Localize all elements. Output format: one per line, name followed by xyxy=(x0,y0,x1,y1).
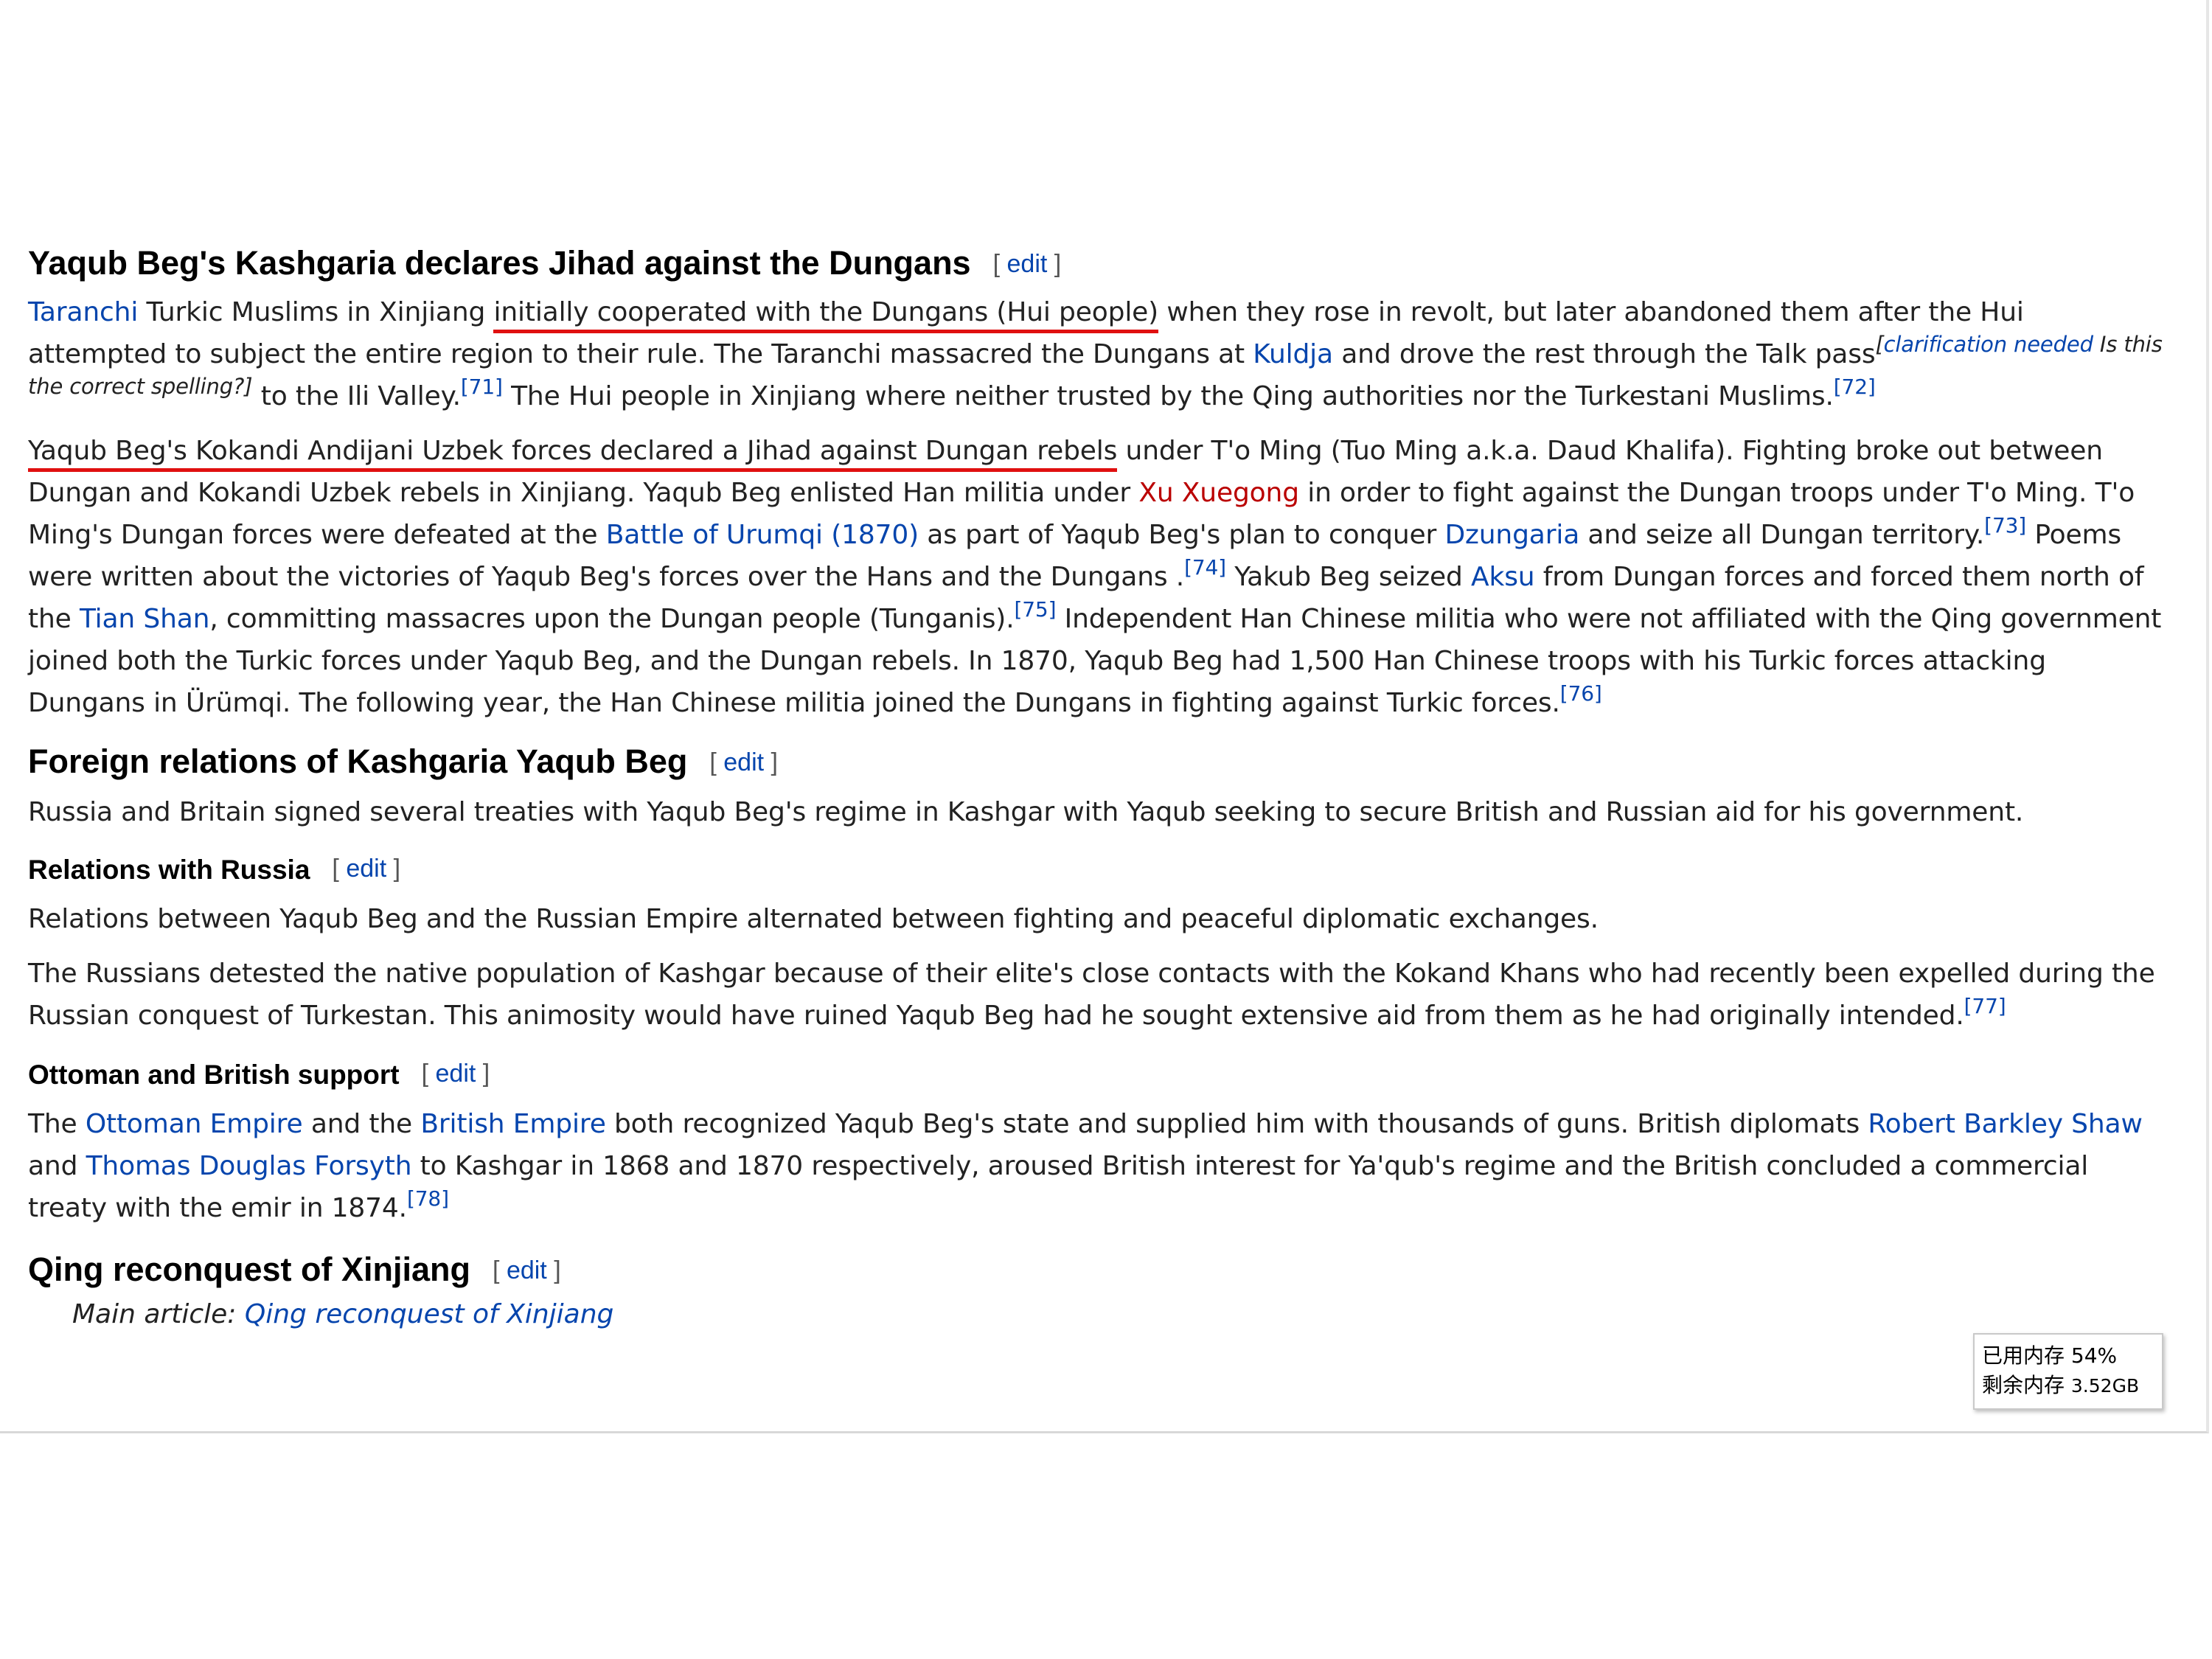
link-dzungaria[interactable]: Dzungaria xyxy=(1444,520,1579,550)
edit-link[interactable]: edit xyxy=(346,855,386,883)
section-title: Foreign relations of Kashgaria Yaqub Beg xyxy=(28,742,688,780)
reference-77[interactable]: [77] xyxy=(1964,994,2006,1018)
link-thomas-douglas-forsyth[interactable]: Thomas Douglas Forsyth xyxy=(86,1151,412,1181)
text: Yakub Beg seized xyxy=(1225,562,1472,592)
text: The Hui people in Xinjiang where neither… xyxy=(502,381,1834,411)
link-main-article[interactable]: Qing reconquest of Xinjiang xyxy=(245,1299,614,1329)
edit-link[interactable]: edit xyxy=(436,1060,476,1088)
red-underline-annotation: Yaqub Beg's Kokandi Andijani Uzbek force… xyxy=(28,436,1117,472)
text: The xyxy=(28,1109,86,1139)
edit-section: [ edit ] xyxy=(332,855,401,883)
edit-section: [ edit ] xyxy=(709,748,778,776)
reference-75[interactable]: [75] xyxy=(1014,597,1056,622)
memory-free-value: 3.52GB xyxy=(2070,1375,2140,1397)
section-heading-jihad: Yaqub Beg's Kashgaria declares Jihad aga… xyxy=(28,240,2166,287)
edit-link[interactable]: edit xyxy=(1007,250,1048,278)
link-aksu[interactable]: Aksu xyxy=(1471,562,1535,592)
section-title: Relations with Russia xyxy=(28,855,310,885)
text: and the xyxy=(302,1109,421,1139)
hatnote-label: Main article: xyxy=(72,1299,245,1329)
paragraph: Relations between Yaqub Beg and the Russ… xyxy=(28,904,1599,934)
text: both recognized Yaqub Beg's state and su… xyxy=(605,1109,1868,1139)
text: and xyxy=(28,1151,86,1181)
reference-72[interactable]: [72] xyxy=(1834,375,1876,399)
link-british-empire[interactable]: British Empire xyxy=(420,1109,606,1139)
link-taranchi[interactable]: Taranchi xyxy=(28,297,138,327)
memory-used-label: 已用内存 54% xyxy=(1982,1343,2118,1368)
reference-76[interactable]: [76] xyxy=(1560,681,1602,706)
paragraph: Russia and Britain signed several treati… xyxy=(28,797,2024,827)
section-title: Ottoman and British support xyxy=(28,1060,400,1090)
edit-link[interactable]: edit xyxy=(507,1256,547,1284)
paragraph: The Ottoman Empire and the British Empir… xyxy=(28,1103,2166,1229)
edit-section: [ edit ] xyxy=(493,1256,561,1284)
link-ottoman-empire[interactable]: Ottoman Empire xyxy=(86,1109,303,1139)
section-title: Qing reconquest of Xinjiang xyxy=(28,1251,471,1288)
text: The Russians detested the native populat… xyxy=(28,959,2155,1031)
memory-usage-widget[interactable]: 已用内存 54% 剩余内存 3.52GB xyxy=(1973,1333,2163,1410)
link-clarification-needed[interactable]: clarification needed xyxy=(1884,332,2093,357)
article-content: Yaqub Beg's Kashgaria declares Jihad aga… xyxy=(28,240,2166,1335)
edit-section: [ edit ] xyxy=(421,1060,490,1088)
paragraph: Taranchi Turkic Muslims in Xinjiang init… xyxy=(28,291,2166,417)
red-underline-annotation: initially cooperated with the Dungans (H… xyxy=(493,297,1158,333)
text: and drove the rest through the Talk pass xyxy=(1332,339,1876,369)
bracket: ] xyxy=(244,374,253,399)
link-battle-of-urumqi[interactable]: Battle of Urumqi (1870) xyxy=(606,520,919,550)
reference-73[interactable]: [73] xyxy=(1984,513,2026,538)
memory-free-row: 剩余内存 3.52GB xyxy=(1982,1371,2154,1401)
section-heading-foreign-relations: Foreign relations of Kashgaria Yaqub Beg… xyxy=(28,739,2166,785)
edit-section: [ edit ] xyxy=(992,250,1062,278)
memory-free-label: 剩余内存 xyxy=(1982,1373,2071,1397)
edit-link[interactable]: edit xyxy=(723,748,764,776)
subsection-heading-russia: Relations with Russia [ edit ] xyxy=(28,849,2166,889)
section-title: Yaqub Beg's Kashgaria declares Jihad aga… xyxy=(28,244,971,282)
link-robert-barkley-shaw[interactable]: Robert Barkley Shaw xyxy=(1868,1109,2143,1139)
bracket: [ xyxy=(1875,332,1884,357)
reference-71[interactable]: [71] xyxy=(461,375,503,399)
article-panel: Yaqub Beg's Kashgaria declares Jihad aga… xyxy=(0,0,2209,1433)
subsection-heading-ottoman-british: Ottoman and British support [ edit ] xyxy=(28,1054,2166,1094)
hatnote-main-article: Main article: Qing reconquest of Xinjian… xyxy=(28,1293,2166,1335)
paragraph: Yaqub Beg's Kokandi Andijani Uzbek force… xyxy=(28,430,2166,724)
section-heading-qing-reconquest: Qing reconquest of Xinjiang [ edit ] xyxy=(28,1247,2166,1293)
text: as part of Yaqub Beg's plan to conquer xyxy=(919,520,1445,550)
paragraph: The Russians detested the native populat… xyxy=(28,953,2166,1037)
text: Turkic Muslims in Xinjiang xyxy=(138,297,494,327)
link-xu-xuegong[interactable]: Xu Xuegong xyxy=(1138,478,1299,508)
text: to the Ili Valley. xyxy=(252,381,461,411)
text: , committing massacres upon the Dungan p… xyxy=(209,604,1015,634)
link-tian-shan[interactable]: Tian Shan xyxy=(80,604,210,634)
reference-74[interactable]: [74] xyxy=(1184,555,1226,580)
reference-78[interactable]: [78] xyxy=(407,1186,449,1211)
text: and seize all Dungan territory. xyxy=(1579,520,1985,550)
link-kuldja[interactable]: Kuldja xyxy=(1253,339,1333,369)
